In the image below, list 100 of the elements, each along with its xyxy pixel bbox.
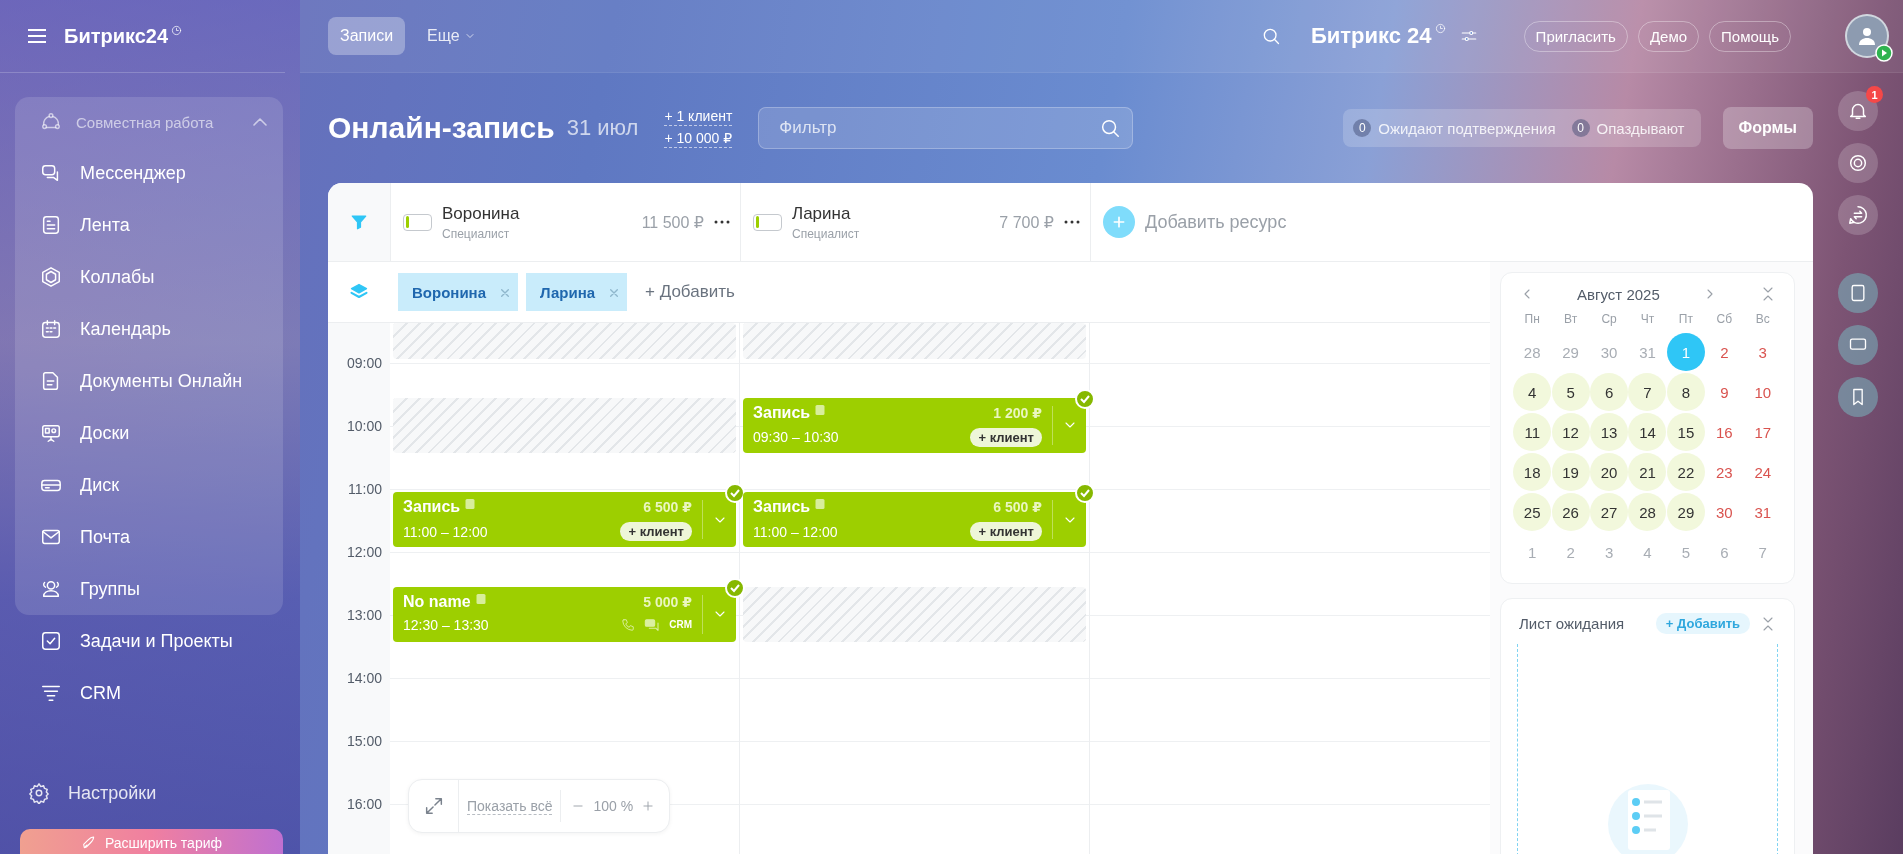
add-client-button[interactable]: + клиент xyxy=(620,522,692,541)
resource-header[interactable]: Ларина Специалист 7 700 ₽ xyxy=(741,183,1091,261)
add-resource-button[interactable]: Добавить ресурс xyxy=(1091,183,1421,261)
sidebar-item[interactable]: CRM xyxy=(0,667,300,719)
sidebar-item[interactable]: Доски xyxy=(15,407,283,459)
calendar-day[interactable]: 19 xyxy=(1551,453,1590,491)
calendar-day[interactable]: 22 xyxy=(1666,453,1705,491)
app-logo[interactable]: Битрикс24 xyxy=(64,24,169,48)
calendar-day[interactable]: 12 xyxy=(1551,413,1590,451)
sidebar-group-header[interactable]: Совместная работа xyxy=(15,97,283,147)
appointment-card[interactable]: Запись 6 500 ₽ 11:00 – 12:00 + клиент xyxy=(393,492,736,547)
calendar-day[interactable]: 6 xyxy=(1590,373,1629,411)
show-all-link[interactable]: Показать всё xyxy=(467,797,553,815)
sidebar-item[interactable]: Календарь xyxy=(15,303,283,355)
status-counter[interactable]: 0 Опаздывают xyxy=(1571,119,1685,137)
calendar-day[interactable]: 2 xyxy=(1551,533,1590,571)
resource-tag[interactable]: Воронина xyxy=(398,273,518,311)
status-counter[interactable]: 0 Ожидают подтверждения xyxy=(1353,119,1556,137)
calendar-day[interactable]: 5 xyxy=(1666,533,1705,571)
forms-button[interactable]: Формы xyxy=(1722,107,1813,149)
month-title: Август 2025 xyxy=(1577,285,1660,303)
app-shortcut-button[interactable] xyxy=(1838,273,1878,313)
calendar-day[interactable]: 4 xyxy=(1513,373,1552,411)
appointment-price: 6 500 ₽ xyxy=(993,499,1042,515)
calendar-day[interactable]: 17 xyxy=(1743,413,1782,451)
weekday-label: Вс xyxy=(1754,311,1771,328)
sidebar-item[interactable]: Документы Онлайн xyxy=(15,355,283,407)
add-tag-button[interactable]: + Добавить xyxy=(639,281,741,303)
calendar-day[interactable]: 28 xyxy=(1628,493,1667,531)
appointment-card[interactable]: Запись 1 200 ₽ 09:30 – 10:30 + клиент xyxy=(743,397,1086,453)
calendar-day[interactable]: 31 xyxy=(1628,333,1667,371)
calendar-day[interactable]: 28 xyxy=(1513,333,1552,371)
header-button[interactable]: Демо xyxy=(1637,20,1700,52)
sidebar-item[interactable]: Задачи и Проекты xyxy=(0,615,300,667)
calendar-day[interactable]: 31 xyxy=(1743,493,1782,531)
calendar-day[interactable]: 25 xyxy=(1513,493,1552,531)
calendar-day[interactable]: 30 xyxy=(1705,493,1744,531)
add-client-button[interactable]: + клиент xyxy=(970,522,1042,541)
calendar-day[interactable]: 5 xyxy=(1551,373,1590,411)
app-shortcut-button[interactable] xyxy=(1838,325,1878,365)
calendar-day[interactable]: 21 xyxy=(1628,453,1667,491)
calendar-day[interactable]: 8 xyxy=(1666,373,1705,411)
sidebar-item[interactable]: Коллабы xyxy=(15,251,283,303)
calendar-day[interactable]: 23 xyxy=(1705,453,1744,491)
calendar-day[interactable]: 15 xyxy=(1666,413,1705,451)
resource-tag[interactable]: Ларина xyxy=(526,273,628,311)
chat-swap-button[interactable] xyxy=(1838,195,1878,235)
note-icon xyxy=(474,592,487,605)
calendar-day[interactable]: 30 xyxy=(1590,333,1629,371)
calendar-day[interactable]: 29 xyxy=(1666,493,1705,531)
sidebar-item[interactable]: Почта xyxy=(15,511,283,563)
calendar-day[interactable]: 9 xyxy=(1705,373,1744,411)
resource-header[interactable]: Воронина Специалист 11 500 ₽ xyxy=(391,183,741,261)
page-date: 31 июл xyxy=(566,115,639,141)
note-icon xyxy=(814,498,827,510)
calendar-day[interactable]: 26 xyxy=(1551,493,1590,531)
calendar-day[interactable]: 4 xyxy=(1628,533,1667,571)
calendar-day[interactable]: 11 xyxy=(1513,413,1552,451)
appointment-title: Запись xyxy=(403,498,461,516)
note-icon xyxy=(464,498,477,510)
calendar-day[interactable]: 18 xyxy=(1513,453,1552,491)
calendar-day[interactable]: 2 xyxy=(1705,333,1744,371)
calendar-day[interactable]: 7 xyxy=(1628,373,1667,411)
calendar-day[interactable]: 14 xyxy=(1628,413,1667,451)
app-logo[interactable]: Битрикс 24 xyxy=(1310,23,1432,49)
calendar-day[interactable]: 7 xyxy=(1743,533,1782,571)
weekday-label: Пн xyxy=(1523,311,1541,328)
appointment-time: 12:30 – 13:30 xyxy=(403,616,489,633)
appointment-card[interactable]: Запись 6 500 ₽ 11:00 – 12:00 + клиент xyxy=(743,492,1086,547)
weekday-label: Ср xyxy=(1600,311,1618,328)
add-client-button[interactable]: + клиент xyxy=(970,427,1042,447)
calendar-day[interactable]: 6 xyxy=(1705,533,1744,571)
calendar-day[interactable]: 24 xyxy=(1743,453,1782,491)
sidebar-item[interactable]: Группы xyxy=(15,563,283,615)
plus-icon xyxy=(641,799,656,813)
sidebar-item[interactable]: Лента xyxy=(15,199,283,251)
sidebar-item[interactable]: Мессенджер xyxy=(15,147,283,199)
sidebar-item[interactable]: Диск xyxy=(15,459,283,511)
calendar-day[interactable]: 3 xyxy=(1743,333,1782,371)
add-button[interactable]: + Добавить xyxy=(1655,613,1750,634)
time-label: 14:00 xyxy=(346,670,382,686)
calendar-day[interactable]: 13 xyxy=(1590,413,1629,451)
crm-label: CRM xyxy=(669,619,692,630)
nav-tab[interactable]: Записи xyxy=(328,17,406,55)
more-menu[interactable]: Еще xyxy=(415,17,488,55)
calendar-day[interactable]: 27 xyxy=(1590,493,1629,531)
menu-icon[interactable] xyxy=(28,29,46,43)
calendar-day[interactable]: 20 xyxy=(1590,453,1629,491)
notifications-button[interactable] xyxy=(1838,91,1878,131)
settings-item[interactable]: Настройки xyxy=(0,767,300,819)
calendar-day[interactable]: 1 xyxy=(1513,533,1552,571)
zoom-in-button[interactable] xyxy=(641,799,656,813)
calendar-day[interactable]: 3 xyxy=(1590,533,1629,571)
summary-link[interactable]: + 10 000 ₽ xyxy=(664,130,733,148)
calendar-day[interactable]: 16 xyxy=(1705,413,1744,451)
summary-link[interactable]: + 1 клиент xyxy=(664,108,733,126)
calendar-day[interactable]: 29 xyxy=(1551,333,1590,371)
app-shortcut-button[interactable] xyxy=(1838,377,1878,417)
upgrade-button[interactable]: Расширить тариф xyxy=(20,829,283,854)
calendar-day[interactable]: 10 xyxy=(1743,373,1782,411)
